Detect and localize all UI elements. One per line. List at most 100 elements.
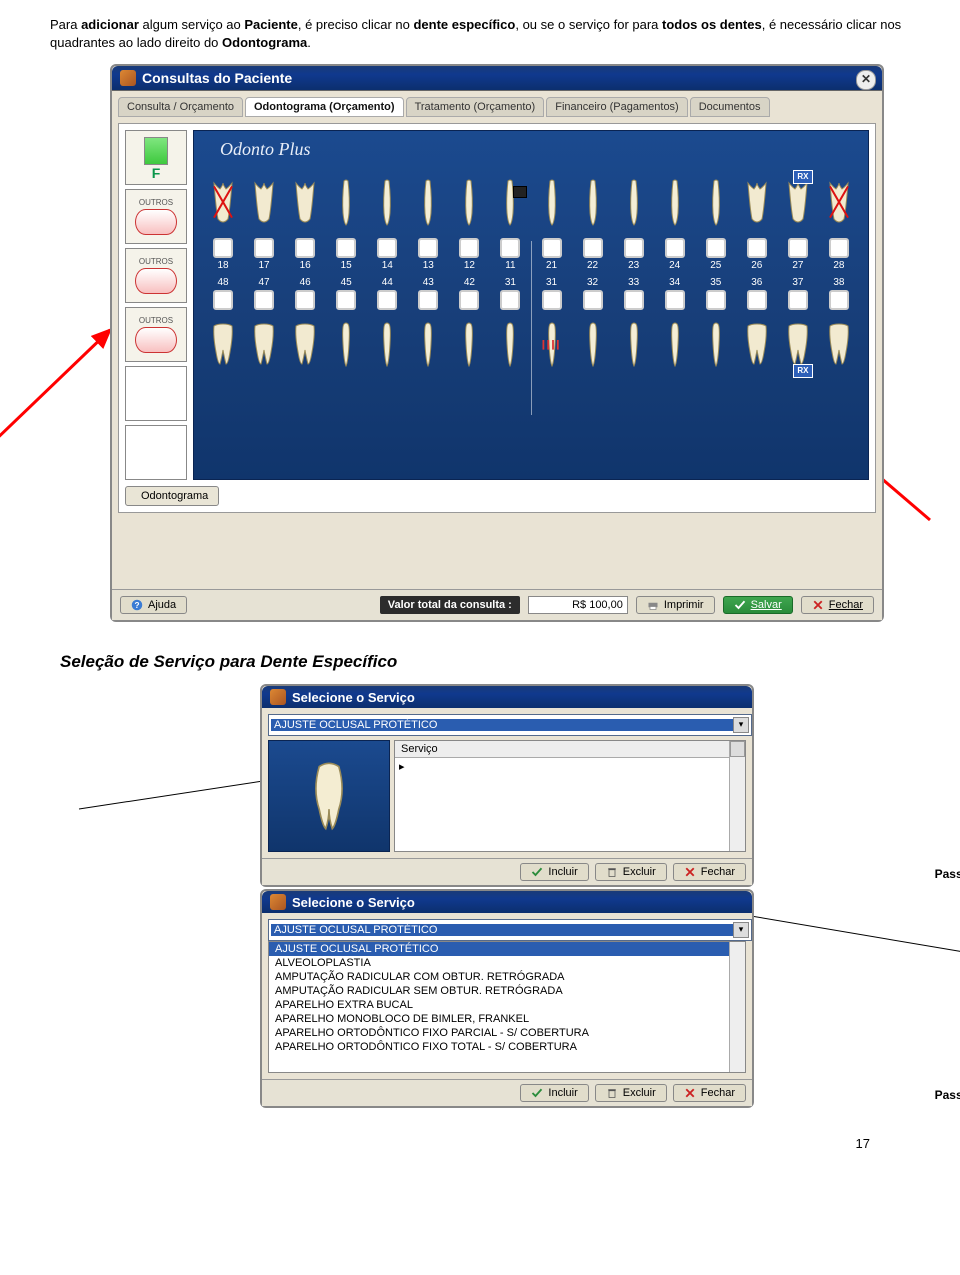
occlusal-47[interactable]: 47 <box>249 275 279 310</box>
occlusal-43[interactable]: 43 <box>413 275 443 310</box>
occlusal-35[interactable]: 35 <box>701 275 731 310</box>
tooth-43[interactable] <box>413 314 443 384</box>
tooth-31[interactable] <box>537 314 567 384</box>
grid-scrollbar[interactable] <box>729 741 745 851</box>
tooth-35[interactable] <box>701 314 731 384</box>
tooth-31[interactable] <box>495 314 525 384</box>
tab-tratamento[interactable]: Tratamento (Orçamento) <box>406 97 545 117</box>
tooth-14[interactable] <box>372 164 402 234</box>
tooth-28[interactable] <box>824 164 854 234</box>
service-option[interactable]: APARELHO EXTRA BUCAL <box>269 998 745 1012</box>
service-option[interactable]: ALVEOLOPLASTIA <box>269 956 745 970</box>
tab-consulta[interactable]: Consulta / Orçamento <box>118 97 243 117</box>
excluir-button[interactable]: Excluir <box>595 863 667 881</box>
tooth-27[interactable]: RX <box>783 164 813 234</box>
occlusal-11[interactable]: 11 <box>495 238 525 271</box>
tool-blank-1[interactable] <box>125 366 187 421</box>
occlusal-14[interactable]: 14 <box>372 238 402 271</box>
chevron-down-icon[interactable]: ▾ <box>733 717 749 733</box>
occlusal-25[interactable]: 25 <box>701 238 731 271</box>
service-option[interactable]: APARELHO ORTODÔNTICO FIXO PARCIAL - S/ C… <box>269 1026 745 1040</box>
service-dropdown-list[interactable]: AJUSTE OCLUSAL PROTÉTICOALVEOLOPLASTIAAM… <box>268 941 746 1073</box>
service-option[interactable]: AMPUTAÇÃO RADICULAR COM OBTUR. RETRÓGRAD… <box>269 970 745 984</box>
service-option[interactable]: AMPUTAÇÃO RADICULAR SEM OBTUR. RETRÓGRAD… <box>269 984 745 998</box>
chevron-down-icon[interactable]: ▾ <box>733 922 749 938</box>
tooth-26[interactable] <box>742 164 772 234</box>
service-option[interactable]: APARELHO MONOBLOCO DE BIMLER, FRANKEL <box>269 1012 745 1026</box>
occlusal-36[interactable]: 36 <box>742 275 772 310</box>
occlusal-45[interactable]: 45 <box>331 275 361 310</box>
occlusal-15[interactable]: 15 <box>331 238 361 271</box>
occlusal-46[interactable]: 46 <box>290 275 320 310</box>
occlusal-18[interactable]: 18 <box>208 238 238 271</box>
ajuda-button[interactable]: ?Ajuda <box>120 596 187 614</box>
tool-fluor[interactable]: F <box>125 130 187 185</box>
occlusal-44[interactable]: 44 <box>372 275 402 310</box>
tool-outros-2[interactable]: OUTROS <box>125 248 187 303</box>
occlusal-42[interactable]: 42 <box>454 275 484 310</box>
tab-financeiro[interactable]: Financeiro (Pagamentos) <box>546 97 688 117</box>
incluir-button[interactable]: Incluir <box>520 1084 588 1102</box>
excluir-button[interactable]: Excluir <box>595 1084 667 1102</box>
occlusal-16[interactable]: 16 <box>290 238 320 271</box>
tab-documentos[interactable]: Documentos <box>690 97 770 117</box>
tooth-12[interactable] <box>454 164 484 234</box>
tooth-34[interactable] <box>660 314 690 384</box>
tooth-37[interactable]: RX <box>783 314 813 384</box>
tooth-16[interactable] <box>290 164 320 234</box>
tooth-22[interactable] <box>578 164 608 234</box>
tooth-48[interactable] <box>208 314 238 384</box>
occlusal-31[interactable]: 31 <box>537 275 567 310</box>
salvar-button[interactable]: Salvar <box>723 596 793 614</box>
tooth-45[interactable] <box>331 314 361 384</box>
occlusal-31[interactable]: 31 <box>495 275 525 310</box>
tooth-44[interactable] <box>372 314 402 384</box>
occlusal-34[interactable]: 34 <box>660 275 690 310</box>
fechar-button[interactable]: Fechar <box>673 1084 746 1102</box>
tab-odontograma[interactable]: Odontograma (Orçamento) <box>245 97 404 117</box>
occlusal-38[interactable]: 38 <box>824 275 854 310</box>
tooth-47[interactable] <box>249 314 279 384</box>
service-option[interactable]: AJUSTE OCLUSAL PROTÉTICO <box>269 942 745 956</box>
tooth-42[interactable] <box>454 314 484 384</box>
tooth-23[interactable] <box>619 164 649 234</box>
imprimir-button[interactable]: Imprimir <box>636 596 715 614</box>
tooth-33[interactable] <box>619 314 649 384</box>
occlusal-12[interactable]: 12 <box>454 238 484 271</box>
tooth-18[interactable] <box>208 164 238 234</box>
tool-outros-1[interactable]: OUTROS <box>125 189 187 244</box>
odontograma-print-button[interactable]: Odontograma <box>125 486 219 506</box>
occlusal-13[interactable]: 13 <box>413 238 443 271</box>
fechar-button[interactable]: Fechar <box>801 596 874 614</box>
tooth-17[interactable] <box>249 164 279 234</box>
occlusal-27[interactable]: 27 <box>783 238 813 271</box>
total-value-input[interactable] <box>528 596 628 614</box>
tooth-32[interactable] <box>578 314 608 384</box>
tooth-11[interactable] <box>495 164 525 234</box>
occlusal-26[interactable]: 26 <box>742 238 772 271</box>
list-scrollbar[interactable] <box>729 942 745 1072</box>
service-select[interactable]: AJUSTE OCLUSAL PROTÉTICO ▾ <box>268 714 752 736</box>
service-option[interactable]: APARELHO ORTODÔNTICO FIXO TOTAL - S/ COB… <box>269 1040 745 1054</box>
tooth-15[interactable] <box>331 164 361 234</box>
close-icon[interactable]: ✕ <box>856 70 876 90</box>
tooth-21[interactable] <box>537 164 567 234</box>
occlusal-21[interactable]: 21 <box>537 238 567 271</box>
tooth-13[interactable] <box>413 164 443 234</box>
occlusal-33[interactable]: 33 <box>619 275 649 310</box>
tool-outros-3[interactable]: OUTROS <box>125 307 187 362</box>
tooth-25[interactable] <box>701 164 731 234</box>
tooth-46[interactable] <box>290 314 320 384</box>
occlusal-24[interactable]: 24 <box>660 238 690 271</box>
occlusal-28[interactable]: 28 <box>824 238 854 271</box>
tool-blank-2[interactable] <box>125 425 187 480</box>
occlusal-37[interactable]: 37 <box>783 275 813 310</box>
incluir-button[interactable]: Incluir <box>520 863 588 881</box>
tooth-24[interactable] <box>660 164 690 234</box>
tooth-38[interactable] <box>824 314 854 384</box>
service-select-open[interactable]: AJUSTE OCLUSAL PROTÉTICO ▾ <box>268 919 752 941</box>
fechar-button[interactable]: Fechar <box>673 863 746 881</box>
service-grid[interactable]: Serviço ▸ <box>394 740 746 852</box>
tooth-36[interactable] <box>742 314 772 384</box>
occlusal-22[interactable]: 22 <box>578 238 608 271</box>
